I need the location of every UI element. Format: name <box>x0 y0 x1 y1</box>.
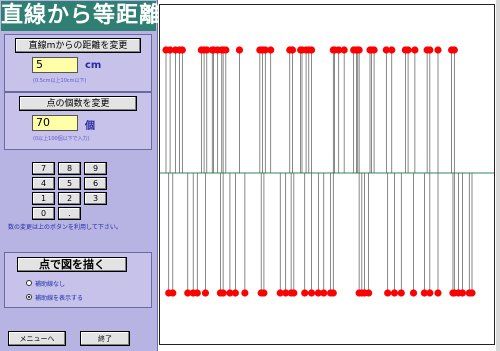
point-top <box>288 46 297 54</box>
key-6[interactable]: 6 <box>84 177 107 190</box>
point-bottom <box>329 289 337 297</box>
radio-no-aux-lines[interactable]: 補助線なし <box>26 279 66 289</box>
point-top <box>434 46 442 54</box>
end-button[interactable]: 終了 <box>80 331 130 346</box>
draw-group: 点で図を描く 補助線なし 補助線を表示する <box>4 252 152 308</box>
point-top <box>222 46 230 54</box>
app-title: 直線から等距離 <box>1 1 161 31</box>
point-top <box>404 46 412 54</box>
point-bottom <box>231 289 239 297</box>
point-bottom <box>290 289 298 297</box>
point-bottom <box>320 289 328 297</box>
key-7[interactable]: 7 <box>32 162 55 175</box>
key-5[interactable]: 5 <box>58 177 81 190</box>
key-3[interactable]: 3 <box>84 192 107 205</box>
point-bottom <box>201 289 210 297</box>
point-bottom <box>169 289 177 297</box>
point-top <box>267 46 275 54</box>
distance-field[interactable]: 5 <box>32 57 78 73</box>
point-bottom <box>384 289 392 297</box>
point-top <box>340 46 348 54</box>
point-top <box>450 46 458 54</box>
point-count-field[interactable]: 70 <box>32 115 78 131</box>
plot-svg <box>160 46 494 297</box>
point-bottom <box>390 289 399 297</box>
point-count-hint: (0以上100個以下で入力) <box>33 136 90 142</box>
point-bottom <box>301 289 309 297</box>
control-panel: 直線から等距離 直線mからの距離を変更 5 cm (0.5cm以上10cm以下)… <box>0 0 161 351</box>
key-decimal[interactable]: . <box>58 207 81 220</box>
radio-show-aux-lines[interactable]: 補助線を表示する <box>26 293 84 303</box>
point-bottom <box>426 289 434 297</box>
distance-unit: cm <box>85 60 102 71</box>
drawing-canvas <box>159 4 495 345</box>
menu-button[interactable]: メニューへ <box>8 331 66 346</box>
point-bottom <box>219 289 227 297</box>
key-0[interactable]: 0 <box>32 207 55 220</box>
change-point-count-button[interactable]: 点の個数を変更 <box>19 96 137 111</box>
radio-circle-selected[interactable] <box>26 294 32 300</box>
distance-group: 直線mからの距離を変更 5 cm (0.5cm以上10cm以下) <box>4 34 152 92</box>
key-2[interactable]: 2 <box>58 192 81 205</box>
key-1[interactable]: 1 <box>32 192 55 205</box>
key-9[interactable]: 9 <box>84 162 107 175</box>
point-top <box>388 46 396 54</box>
change-distance-button[interactable]: 直線mからの距離を変更 <box>15 38 141 53</box>
point-bottom <box>468 289 476 297</box>
point-bottom <box>409 289 418 297</box>
points-group: 点の個数を変更 70 個 (0以上100個以下で入力) <box>4 92 152 150</box>
point-bottom <box>397 289 405 297</box>
point-top <box>355 46 363 54</box>
point-bottom <box>260 289 268 297</box>
point-top <box>178 46 186 54</box>
point-count-unit: 個 <box>85 121 95 132</box>
point-bottom <box>434 289 442 297</box>
point-top <box>426 46 434 54</box>
point-bottom <box>458 289 467 297</box>
keypad-note: 数の変更は上のボタンを利用して下さい。 <box>8 224 122 231</box>
point-top <box>307 46 316 54</box>
key-4[interactable]: 4 <box>32 177 55 190</box>
point-bottom <box>241 289 249 297</box>
window-edge <box>496 0 500 351</box>
point-bottom <box>307 289 316 297</box>
key-8[interactable]: 8 <box>58 162 81 175</box>
draw-with-points-button[interactable]: 点で図を描く <box>17 257 127 272</box>
radio-label: 補助線なし <box>35 281 66 288</box>
radio-label: 補助線を表示する <box>35 295 84 302</box>
distance-hint: (0.5cm以上10cm以下) <box>33 78 87 84</box>
point-bottom <box>365 289 373 297</box>
point-top <box>370 46 378 54</box>
radio-circle[interactable] <box>26 280 32 286</box>
point-top <box>411 46 419 54</box>
point-bottom <box>193 289 201 297</box>
point-top <box>235 46 244 54</box>
